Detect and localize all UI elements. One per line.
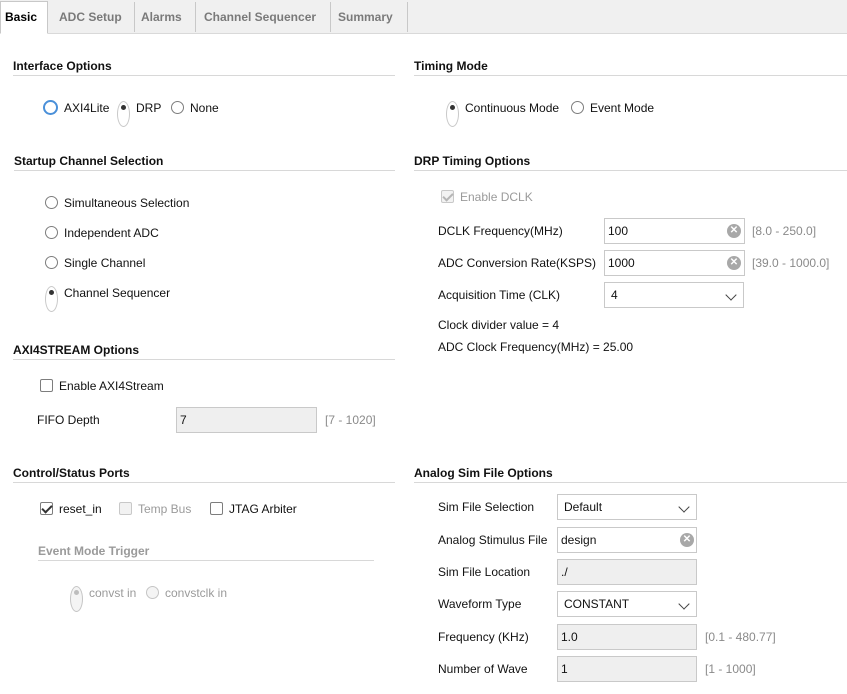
control-status-ports-divider (13, 482, 395, 483)
adc-clock-frequency-text: ADC Clock Frequency(MHz) = 25.00 (438, 340, 634, 354)
frequency-khz-label: Frequency (KHz) (438, 630, 529, 644)
analog-stimulus-file-label: Analog Stimulus File (438, 533, 548, 547)
number-of-wave-input[interactable]: 1 (557, 656, 697, 682)
sim-file-selection-select[interactable]: Default (557, 494, 697, 520)
radio-convstclk-in[interactable] (146, 586, 159, 599)
axi4stream-options-title: AXI4STREAM Options (13, 343, 140, 357)
sim-file-location-label: Sim File Location (438, 565, 531, 579)
drp-timing-divider (414, 170, 847, 171)
tab-alarms[interactable]: Alarms (135, 2, 196, 32)
tab-bar: Basic ADC Setup Alarms Channel Sequencer… (0, 0, 847, 34)
radio-channel-sequencer[interactable] (45, 286, 58, 312)
radio-continuous-mode-label: Continuous Mode (465, 101, 560, 115)
dclk-frequency-label: DCLK Frequency(MHz) (438, 224, 563, 238)
timing-mode-divider (414, 75, 847, 76)
timing-mode-title: Timing Mode (414, 59, 488, 73)
chevron-down-icon (725, 289, 737, 301)
dclk-frequency-input[interactable]: 100 (604, 218, 745, 244)
enable-axi4stream-checkbox[interactable] (40, 379, 53, 392)
temp-bus-label: Temp Bus (138, 502, 192, 516)
frequency-khz-range: [0.1 - 480.77] (705, 630, 776, 644)
fifo-depth-input[interactable]: 7 (176, 407, 317, 433)
tab-adc-setup[interactable]: ADC Setup (53, 2, 135, 32)
adc-conversion-rate-label: ADC Conversion Rate(KSPS) (438, 256, 597, 270)
radio-event-mode[interactable] (571, 101, 584, 114)
axi4stream-options-divider (13, 359, 395, 360)
chevron-down-icon (678, 501, 690, 513)
number-of-wave-label: Number of Wave (438, 662, 528, 676)
enable-dclk-checkbox[interactable] (441, 190, 454, 203)
acquisition-time-select[interactable]: 4 (604, 282, 744, 308)
enable-axi4stream-label: Enable AXI4Stream (59, 379, 164, 393)
radio-none-label: None (190, 101, 219, 115)
reset-in-checkbox[interactable] (40, 502, 53, 515)
clock-divider-text: Clock divider value = 4 (438, 318, 560, 332)
tab-basic[interactable]: Basic (0, 1, 48, 34)
radio-drp[interactable] (117, 101, 130, 127)
radio-simultaneous-selection-label: Simultaneous Selection (64, 196, 190, 210)
radio-single-channel[interactable] (45, 256, 58, 269)
sim-file-location-input[interactable]: ./ (557, 559, 697, 585)
radio-convst-in[interactable] (70, 586, 83, 612)
radio-simultaneous-selection[interactable] (45, 196, 58, 209)
startup-channel-title: Startup Channel Selection (14, 154, 164, 168)
temp-bus-checkbox[interactable] (119, 502, 132, 515)
radio-convstclk-in-label: convstclk in (165, 586, 228, 600)
radio-axi4lite[interactable] (43, 100, 58, 115)
jtag-arbiter-label: JTAG Arbiter (229, 502, 297, 516)
fifo-depth-label: FIFO Depth (37, 413, 100, 427)
frequency-khz-input[interactable]: 1.0 (557, 624, 697, 650)
startup-channel-divider (14, 170, 395, 171)
radio-axi4lite-label: AXI4Lite (64, 101, 110, 115)
acquisition-time-label: Acquisition Time (CLK) (438, 288, 561, 302)
sim-file-selection-value: Default (564, 500, 603, 514)
clear-icon[interactable]: ✕ (727, 256, 741, 270)
analog-stimulus-file-input[interactable]: design (557, 527, 697, 553)
radio-none[interactable] (171, 101, 184, 114)
enable-dclk-label: Enable DCLK (460, 190, 533, 204)
radio-event-mode-label: Event Mode (590, 101, 655, 115)
adc-conversion-rate-range: [39.0 - 1000.0] (752, 256, 830, 270)
radio-channel-sequencer-label: Channel Sequencer (64, 286, 171, 300)
tab-summary[interactable]: Summary (332, 2, 408, 32)
interface-options-divider (13, 75, 395, 76)
event-mode-trigger-title: Event Mode Trigger (38, 544, 150, 558)
waveform-type-label: Waveform Type (438, 597, 522, 611)
radio-continuous-mode[interactable] (446, 101, 459, 127)
interface-options-title: Interface Options (13, 59, 112, 73)
drp-timing-title: DRP Timing Options (414, 154, 531, 168)
radio-convst-in-label: convst in (89, 586, 137, 600)
tab-channel-sequencer[interactable]: Channel Sequencer (198, 2, 331, 32)
number-of-wave-range: [1 - 1000] (705, 662, 756, 676)
radio-drp-label: DRP (136, 101, 162, 115)
event-mode-trigger-divider (38, 560, 374, 561)
radio-independent-adc[interactable] (45, 226, 58, 239)
clear-icon[interactable]: ✕ (680, 533, 694, 547)
analog-sim-divider (414, 482, 847, 483)
radio-independent-adc-label: Independent ADC (64, 226, 159, 240)
acquisition-time-value: 4 (611, 288, 618, 302)
analog-sim-title: Analog Sim File Options (414, 466, 553, 480)
control-status-ports-title: Control/Status Ports (13, 466, 130, 480)
jtag-arbiter-checkbox[interactable] (210, 502, 223, 515)
clear-icon[interactable]: ✕ (727, 224, 741, 238)
dclk-frequency-range: [8.0 - 250.0] (752, 224, 817, 238)
sim-file-selection-label: Sim File Selection (438, 500, 535, 514)
radio-single-channel-label: Single Channel (64, 256, 146, 270)
waveform-type-value: CONSTANT (564, 597, 630, 611)
waveform-type-select[interactable]: CONSTANT (557, 591, 697, 617)
reset-in-label: reset_in (59, 502, 102, 516)
chevron-down-icon (678, 598, 690, 610)
fifo-depth-range: [7 - 1020] (325, 413, 376, 427)
adc-conversion-rate-input[interactable]: 1000 (604, 250, 745, 276)
